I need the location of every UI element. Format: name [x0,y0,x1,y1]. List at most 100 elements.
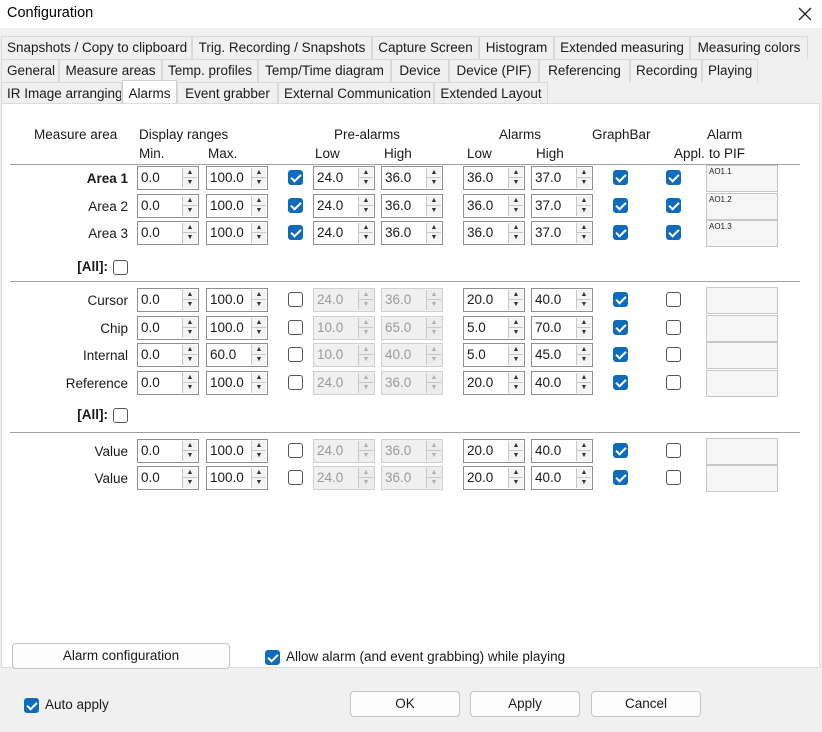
spin-down-icon[interactable]: ▼ [427,300,441,310]
spin-up-icon[interactable]: ▲ [509,468,523,478]
pre-low-spinner-reference-1-3[interactable]: 24.0 ▲ ▼ [313,371,375,395]
spin-up-icon[interactable]: ▲ [427,373,441,383]
pre-low-spinner-internal-1-2[interactable]: 10.0 ▲ ▼ [313,343,375,367]
spin-down-icon[interactable]: ▼ [359,300,373,310]
alarm-high-spinner-value-2-0[interactable]: 40.0 ▲ ▼ [531,439,593,463]
tab-row2-8[interactable]: Playing [702,59,758,82]
graphbar-checkbox-cursor-1-0[interactable] [613,292,628,307]
appl-checkbox-area-2-0-1[interactable] [666,198,681,213]
spin-up-icon[interactable]: ▲ [509,318,523,328]
spin-down-icon[interactable]: ▼ [252,355,266,365]
pre-low-spinner-value-2-1[interactable]: 24.0 ▲ ▼ [313,466,375,490]
pre-low-spinner-area-3-0-2[interactable]: 24.0 ▲ ▼ [313,221,375,245]
spin-down-icon[interactable]: ▼ [577,328,591,338]
spin-down-icon[interactable]: ▼ [509,178,523,188]
alarm-low-spinner-area-2-0-1[interactable]: 36.0 ▲ ▼ [463,194,525,218]
pre-low-spinner-cursor-1-0[interactable]: 24.0 ▲ ▼ [313,288,375,312]
spin-up-icon[interactable]: ▲ [359,223,373,233]
alarm-to-pif-field-value-2-0[interactable] [706,438,778,465]
alarm-high-spinner-cursor-1-0[interactable]: 40.0 ▲ ▼ [531,288,593,312]
appl-checkbox-area-3-0-2[interactable] [666,225,681,240]
alarm-to-pif-field-area-3-0-2[interactable]: AO1.3 [706,220,778,247]
pre-alarm-checkbox-chip-1-1[interactable] [288,320,303,335]
pre-low-spinner-chip-1-1[interactable]: 10.0 ▲ ▼ [313,316,375,340]
spin-down-icon[interactable]: ▼ [427,478,441,488]
spin-down-icon[interactable]: ▼ [509,383,523,393]
pre-high-spinner-area-3-0-2[interactable]: 36.0 ▲ ▼ [381,221,443,245]
spin-down-icon[interactable]: ▼ [252,478,266,488]
spin-up-icon[interactable]: ▲ [509,373,523,383]
spin-down-icon[interactable]: ▼ [252,328,266,338]
spin-down-icon[interactable]: ▼ [252,300,266,310]
max-spinner-value-2-1[interactable]: 100.0 ▲ ▼ [206,466,268,490]
pre-high-spinner-internal-1-2[interactable]: 40.0 ▲ ▼ [381,343,443,367]
spin-down-icon[interactable]: ▼ [359,233,373,243]
spin-up-icon[interactable]: ▲ [577,290,591,300]
appl-checkbox-value-2-1[interactable] [666,470,681,485]
spin-up-icon[interactable]: ▲ [359,441,373,451]
spin-up-icon[interactable]: ▲ [359,373,373,383]
spin-down-icon[interactable]: ▼ [183,383,197,393]
appl-checkbox-reference-1-3[interactable] [666,375,681,390]
pre-high-spinner-area-2-0-1[interactable]: 36.0 ▲ ▼ [381,194,443,218]
graphbar-checkbox-area-2-0-1[interactable] [613,198,628,213]
spin-up-icon[interactable]: ▲ [577,373,591,383]
spin-up-icon[interactable]: ▲ [577,223,591,233]
tab-row3-0[interactable]: IR Image arranging [1,82,122,105]
spin-down-icon[interactable]: ▼ [252,233,266,243]
graphbar-checkbox-value-2-0[interactable] [613,443,628,458]
tab-row2-2[interactable]: Temp. profiles [162,59,258,82]
spin-down-icon[interactable]: ▼ [183,451,197,461]
graphbar-checkbox-area-3-0-2[interactable] [613,225,628,240]
spin-down-icon[interactable]: ▼ [183,300,197,310]
min-spinner-area-1-0-0[interactable]: 0.0 ▲ ▼ [137,166,199,190]
spin-up-icon[interactable]: ▲ [183,345,197,355]
spin-down-icon[interactable]: ▼ [359,451,373,461]
spin-up-icon[interactable]: ▲ [427,318,441,328]
graphbar-checkbox-internal-1-2[interactable] [613,347,628,362]
alarm-high-spinner-area-1-0-0[interactable]: 37.0 ▲ ▼ [531,166,593,190]
max-spinner-cursor-1-0[interactable]: 100.0 ▲ ▼ [206,288,268,312]
auto-apply-checkbox[interactable] [24,698,39,713]
spin-down-icon[interactable]: ▼ [359,328,373,338]
spin-up-icon[interactable]: ▲ [359,290,373,300]
tab-row3-1[interactable]: Alarms [122,80,177,105]
min-spinner-chip-1-1[interactable]: 0.0 ▲ ▼ [137,316,199,340]
tab-row1-5[interactable]: Measuring colors [690,36,808,59]
alarm-low-spinner-chip-1-1[interactable]: 5.0 ▲ ▼ [463,316,525,340]
tab-row2-0[interactable]: General [1,59,59,82]
spin-down-icon[interactable]: ▼ [183,355,197,365]
spin-up-icon[interactable]: ▲ [183,441,197,451]
alarm-low-spinner-area-1-0-0[interactable]: 36.0 ▲ ▼ [463,166,525,190]
spin-down-icon[interactable]: ▼ [359,355,373,365]
spin-up-icon[interactable]: ▲ [427,196,441,206]
alarm-to-pif-field-cursor-1-0[interactable] [706,287,778,314]
spin-down-icon[interactable]: ▼ [577,300,591,310]
spin-up-icon[interactable]: ▲ [509,441,523,451]
tab-row2-3[interactable]: Temp/Time diagram [258,59,391,82]
spin-down-icon[interactable]: ▼ [577,478,591,488]
spin-down-icon[interactable]: ▼ [509,478,523,488]
spin-down-icon[interactable]: ▼ [427,383,441,393]
spin-up-icon[interactable]: ▲ [359,168,373,178]
spin-down-icon[interactable]: ▼ [427,233,441,243]
spin-up-icon[interactable]: ▲ [577,441,591,451]
spin-down-icon[interactable]: ▼ [427,451,441,461]
spin-down-icon[interactable]: ▼ [252,206,266,216]
max-spinner-area-2-0-1[interactable]: 100.0 ▲ ▼ [206,194,268,218]
spin-up-icon[interactable]: ▲ [183,290,197,300]
spin-down-icon[interactable]: ▼ [183,178,197,188]
spin-up-icon[interactable]: ▲ [577,318,591,328]
alarm-low-spinner-cursor-1-0[interactable]: 20.0 ▲ ▼ [463,288,525,312]
alarm-low-spinner-reference-1-3[interactable]: 20.0 ▲ ▼ [463,371,525,395]
spin-up-icon[interactable]: ▲ [252,223,266,233]
max-spinner-chip-1-1[interactable]: 100.0 ▲ ▼ [206,316,268,340]
tab-row2-7[interactable]: Recording [630,59,702,82]
all-checkbox-0[interactable] [113,260,128,275]
spin-down-icon[interactable]: ▼ [427,328,441,338]
spin-down-icon[interactable]: ▼ [183,478,197,488]
tab-row2-6[interactable]: Referencing [539,59,630,82]
min-spinner-internal-1-2[interactable]: 0.0 ▲ ▼ [137,343,199,367]
appl-checkbox-cursor-1-0[interactable] [666,292,681,307]
tab-row1-3[interactable]: Histogram [479,36,554,59]
